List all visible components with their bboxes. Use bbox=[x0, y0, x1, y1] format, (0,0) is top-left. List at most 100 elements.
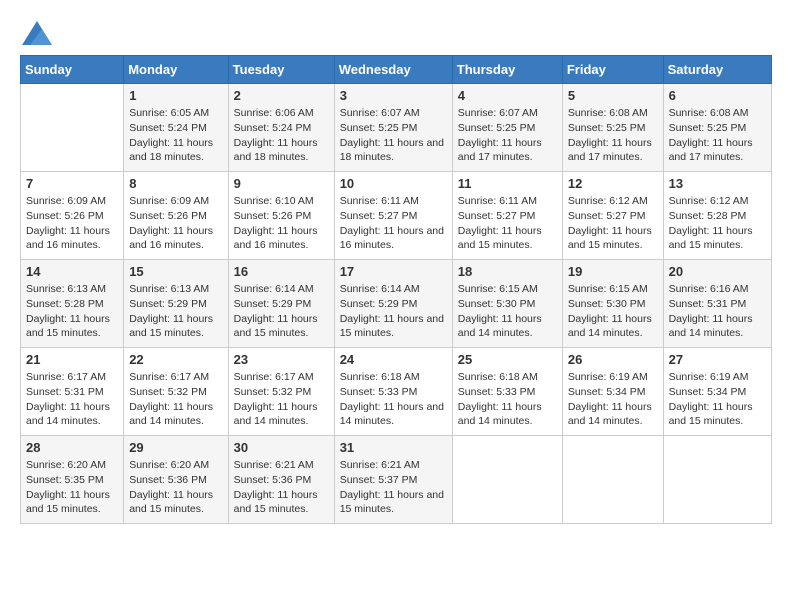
day-info: Sunrise: 6:18 AMSunset: 5:33 PMDaylight:… bbox=[340, 370, 447, 429]
day-info: Sunrise: 6:13 AMSunset: 5:29 PMDaylight:… bbox=[129, 282, 222, 341]
day-info: Sunrise: 6:17 AMSunset: 5:31 PMDaylight:… bbox=[26, 370, 118, 429]
calendar-cell: 16 Sunrise: 6:14 AMSunset: 5:29 PMDayligh… bbox=[228, 260, 334, 348]
day-info: Sunrise: 6:19 AMSunset: 5:34 PMDaylight:… bbox=[568, 370, 658, 429]
day-info: Sunrise: 6:16 AMSunset: 5:31 PMDaylight:… bbox=[669, 282, 766, 341]
calendar-cell: 22Sunrise: 6:17 AMSunset: 5:32 PMDayligh… bbox=[124, 348, 228, 436]
day-number: 3 bbox=[340, 88, 447, 103]
day-number: 23 bbox=[234, 352, 329, 367]
day-info: Sunrise: 6:13 AMSunset: 5:28 PMDaylight:… bbox=[26, 282, 118, 341]
day-info: Sunrise: 6:06 AMSunset: 5:24 PMDaylight:… bbox=[234, 106, 329, 165]
calendar-cell: 9 Sunrise: 6:10 AMSunset: 5:26 PMDaylight… bbox=[228, 172, 334, 260]
day-number: 9 bbox=[234, 176, 329, 191]
calendar-week-row: 21 Sunrise: 6:17 AMSunset: 5:31 PMDayligh… bbox=[21, 348, 772, 436]
calendar-cell: 31 Sunrise: 6:21 AMSunset: 5:37 PMDayligh… bbox=[334, 436, 452, 524]
day-info: Sunrise: 6:10 AMSunset: 5:26 PMDaylight:… bbox=[234, 194, 329, 253]
day-number: 4 bbox=[458, 88, 557, 103]
day-number: 21 bbox=[26, 352, 118, 367]
calendar-cell: 3 Sunrise: 6:07 AMSunset: 5:25 PMDaylight… bbox=[334, 84, 452, 172]
calendar-table: SundayMondayTuesdayWednesdayThursdayFrid… bbox=[20, 55, 772, 524]
calendar-cell: 1 Sunrise: 6:05 AMSunset: 5:24 PMDaylight… bbox=[124, 84, 228, 172]
day-number: 14 bbox=[26, 264, 118, 279]
calendar-cell bbox=[663, 436, 771, 524]
day-info: Sunrise: 6:09 AMSunset: 5:26 PMDaylight:… bbox=[26, 194, 118, 253]
day-info: Sunrise: 6:19 AMSunset: 5:34 PMDaylight:… bbox=[669, 370, 766, 429]
day-number: 6 bbox=[669, 88, 766, 103]
calendar-cell: 13Sunrise: 6:12 AMSunset: 5:28 PMDayligh… bbox=[663, 172, 771, 260]
calendar-cell: 23 Sunrise: 6:17 AMSunset: 5:32 PMDayligh… bbox=[228, 348, 334, 436]
day-number: 17 bbox=[340, 264, 447, 279]
day-info: Sunrise: 6:14 AMSunset: 5:29 PMDaylight:… bbox=[340, 282, 447, 341]
day-info: Sunrise: 6:11 AMSunset: 5:27 PMDaylight:… bbox=[458, 194, 557, 253]
weekday-header-sunday: Sunday bbox=[21, 56, 124, 84]
day-info: Sunrise: 6:07 AMSunset: 5:25 PMDaylight:… bbox=[458, 106, 557, 165]
day-number: 10 bbox=[340, 176, 447, 191]
calendar-cell bbox=[21, 84, 124, 172]
calendar-cell: 17 Sunrise: 6:14 AMSunset: 5:29 PMDayligh… bbox=[334, 260, 452, 348]
calendar-cell: 18 Sunrise: 6:15 AMSunset: 5:30 PMDayligh… bbox=[452, 260, 562, 348]
calendar-cell: 2Sunrise: 6:06 AMSunset: 5:24 PMDaylight… bbox=[228, 84, 334, 172]
day-number: 26 bbox=[568, 352, 658, 367]
weekday-header-tuesday: Tuesday bbox=[228, 56, 334, 84]
calendar-cell: 11 Sunrise: 6:11 AMSunset: 5:27 PMDayligh… bbox=[452, 172, 562, 260]
day-info: Sunrise: 6:14 AMSunset: 5:29 PMDaylight:… bbox=[234, 282, 329, 341]
calendar-cell: 5 Sunrise: 6:08 AMSunset: 5:25 PMDaylight… bbox=[562, 84, 663, 172]
day-info: Sunrise: 6:21 AMSunset: 5:37 PMDaylight:… bbox=[340, 458, 447, 517]
day-number: 24 bbox=[340, 352, 447, 367]
day-info: Sunrise: 6:11 AMSunset: 5:27 PMDaylight:… bbox=[340, 194, 447, 253]
day-info: Sunrise: 6:09 AMSunset: 5:26 PMDaylight:… bbox=[129, 194, 222, 253]
calendar-cell: 8 Sunrise: 6:09 AMSunset: 5:26 PMDaylight… bbox=[124, 172, 228, 260]
day-info: Sunrise: 6:17 AMSunset: 5:32 PMDaylight:… bbox=[129, 370, 222, 429]
calendar-cell: 15Sunrise: 6:13 AMSunset: 5:29 PMDayligh… bbox=[124, 260, 228, 348]
calendar-cell: 28 Sunrise: 6:20 AMSunset: 5:35 PMDayligh… bbox=[21, 436, 124, 524]
day-info: Sunrise: 6:20 AMSunset: 5:36 PMDaylight:… bbox=[129, 458, 222, 517]
day-info: Sunrise: 6:15 AMSunset: 5:30 PMDaylight:… bbox=[458, 282, 557, 341]
day-number: 27 bbox=[669, 352, 766, 367]
calendar-week-row: 14 Sunrise: 6:13 AMSunset: 5:28 PMDayligh… bbox=[21, 260, 772, 348]
weekday-header-saturday: Saturday bbox=[663, 56, 771, 84]
day-number: 18 bbox=[458, 264, 557, 279]
calendar-cell: 21 Sunrise: 6:17 AMSunset: 5:31 PMDayligh… bbox=[21, 348, 124, 436]
day-number: 8 bbox=[129, 176, 222, 191]
day-info: Sunrise: 6:08 AMSunset: 5:25 PMDaylight:… bbox=[669, 106, 766, 165]
day-number: 25 bbox=[458, 352, 557, 367]
day-number: 11 bbox=[458, 176, 557, 191]
calendar-cell: 7 Sunrise: 6:09 AMSunset: 5:26 PMDaylight… bbox=[21, 172, 124, 260]
day-info: Sunrise: 6:08 AMSunset: 5:25 PMDaylight:… bbox=[568, 106, 658, 165]
day-number: 1 bbox=[129, 88, 222, 103]
day-info: Sunrise: 6:05 AMSunset: 5:24 PMDaylight:… bbox=[129, 106, 222, 165]
day-number: 5 bbox=[568, 88, 658, 103]
day-number: 12 bbox=[568, 176, 658, 191]
calendar-cell: 27 Sunrise: 6:19 AMSunset: 5:34 PMDayligh… bbox=[663, 348, 771, 436]
day-info: Sunrise: 6:18 AMSunset: 5:33 PMDaylight:… bbox=[458, 370, 557, 429]
day-number: 28 bbox=[26, 440, 118, 455]
calendar-cell: 4 Sunrise: 6:07 AMSunset: 5:25 PMDaylight… bbox=[452, 84, 562, 172]
calendar-cell bbox=[562, 436, 663, 524]
weekday-header-monday: Monday bbox=[124, 56, 228, 84]
calendar-cell: 12Sunrise: 6:12 AMSunset: 5:27 PMDayligh… bbox=[562, 172, 663, 260]
calendar-week-row: 1 Sunrise: 6:05 AMSunset: 5:24 PMDaylight… bbox=[21, 84, 772, 172]
day-info: Sunrise: 6:17 AMSunset: 5:32 PMDaylight:… bbox=[234, 370, 329, 429]
day-number: 30 bbox=[234, 440, 329, 455]
day-number: 20 bbox=[669, 264, 766, 279]
weekday-header-row: SundayMondayTuesdayWednesdayThursdayFrid… bbox=[21, 56, 772, 84]
calendar-cell: 6 Sunrise: 6:08 AMSunset: 5:25 PMDaylight… bbox=[663, 84, 771, 172]
day-number: 29 bbox=[129, 440, 222, 455]
calendar-week-row: 7 Sunrise: 6:09 AMSunset: 5:26 PMDaylight… bbox=[21, 172, 772, 260]
calendar-cell: 30 Sunrise: 6:21 AMSunset: 5:36 PMDayligh… bbox=[228, 436, 334, 524]
day-info: Sunrise: 6:21 AMSunset: 5:36 PMDaylight:… bbox=[234, 458, 329, 517]
calendar-cell: 20 Sunrise: 6:16 AMSunset: 5:31 PMDayligh… bbox=[663, 260, 771, 348]
calendar-cell: 10 Sunrise: 6:11 AMSunset: 5:27 PMDayligh… bbox=[334, 172, 452, 260]
day-number: 13 bbox=[669, 176, 766, 191]
day-number: 31 bbox=[340, 440, 447, 455]
day-info: Sunrise: 6:07 AMSunset: 5:25 PMDaylight:… bbox=[340, 106, 447, 165]
calendar-cell: 24 Sunrise: 6:18 AMSunset: 5:33 PMDayligh… bbox=[334, 348, 452, 436]
weekday-header-thursday: Thursday bbox=[452, 56, 562, 84]
calendar-week-row: 28 Sunrise: 6:20 AMSunset: 5:35 PMDayligh… bbox=[21, 436, 772, 524]
calendar-cell: 14 Sunrise: 6:13 AMSunset: 5:28 PMDayligh… bbox=[21, 260, 124, 348]
day-info: Sunrise: 6:20 AMSunset: 5:35 PMDaylight:… bbox=[26, 458, 118, 517]
day-number: 16 bbox=[234, 264, 329, 279]
calendar-cell: 25 Sunrise: 6:18 AMSunset: 5:33 PMDayligh… bbox=[452, 348, 562, 436]
day-number: 19 bbox=[568, 264, 658, 279]
day-number: 7 bbox=[26, 176, 118, 191]
calendar-cell bbox=[452, 436, 562, 524]
